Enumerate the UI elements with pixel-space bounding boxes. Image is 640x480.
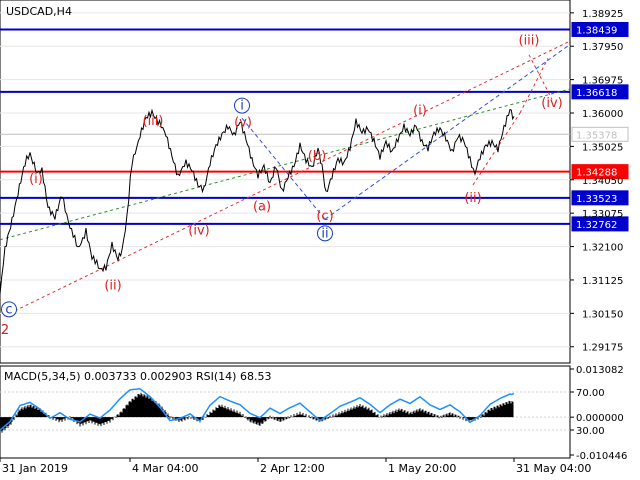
wave-label: (v) <box>234 116 252 131</box>
y-tick-label: 1.29175 <box>582 343 623 354</box>
y-tick-label: 1.34050 <box>582 176 623 187</box>
wave-label: i <box>240 99 244 114</box>
wave-label: ii <box>321 226 328 241</box>
usdcad-h4-chart: 1.384391.366181.353781.342881.335231.327… <box>0 0 640 480</box>
indicator-y-tick-label: 0.013082 <box>576 365 624 376</box>
level-tag-label: 1.32762 <box>576 220 617 231</box>
indicator-y-tick-label: 0.000000 <box>576 413 624 424</box>
wave-label: (ii) <box>464 191 481 206</box>
level-tag-label: 1.35378 <box>576 130 617 141</box>
y-tick-label: 1.32100 <box>582 243 623 254</box>
y-tick-label: 1.31125 <box>582 276 623 287</box>
x-tick-label: 31 May 04:00 <box>516 462 591 475</box>
wave-label: (iii) <box>143 114 164 129</box>
wave-label: (ii) <box>104 278 121 293</box>
y-tick-label: 1.33075 <box>582 209 623 220</box>
wave-label: (iv) <box>541 96 562 111</box>
y-tick-label: 1.35025 <box>582 142 623 153</box>
wave-label: (c) <box>316 209 333 224</box>
indicator-y-tick-label: 30.00 <box>576 426 605 437</box>
wave-label: 2 <box>1 323 9 338</box>
x-tick-label: 31 Jan 2019 <box>2 462 68 475</box>
x-tick-label: 4 Mar 04:00 <box>132 462 198 475</box>
y-tick-label: 1.38925 <box>582 9 623 20</box>
y-tick-label: 1.36000 <box>582 109 623 120</box>
indicator-title: MACD(5,34,5) 0.003733 0.002903 RSI(14) 6… <box>4 370 271 383</box>
wave-label: (iv) <box>188 224 209 239</box>
wave-label: (a) <box>253 200 271 215</box>
indicator-y-tick-label: 70.00 <box>576 388 605 399</box>
x-tick-label: 2 Apr 12:00 <box>260 462 325 475</box>
indicator-y-tick-label: -0.010446 <box>576 451 627 462</box>
wave-label: c <box>5 302 12 317</box>
level-tag-label: 1.36618 <box>576 88 617 99</box>
chart-background <box>0 0 640 480</box>
level-tag-label: 1.38439 <box>576 25 617 36</box>
wave-label: (b) <box>308 149 326 164</box>
wave-label: (i) <box>413 104 427 119</box>
chart-title: USDCAD,H4 <box>6 5 72 18</box>
y-tick-label: 1.30150 <box>582 309 623 320</box>
wave-label: (iii) <box>519 34 540 49</box>
y-tick-label: 1.36975 <box>582 76 623 87</box>
x-tick-label: 1 May 20:00 <box>388 462 456 475</box>
level-tag-label: 1.33523 <box>576 194 617 205</box>
wave-label: (i) <box>29 172 43 187</box>
y-tick-label: 1.37950 <box>582 42 623 53</box>
